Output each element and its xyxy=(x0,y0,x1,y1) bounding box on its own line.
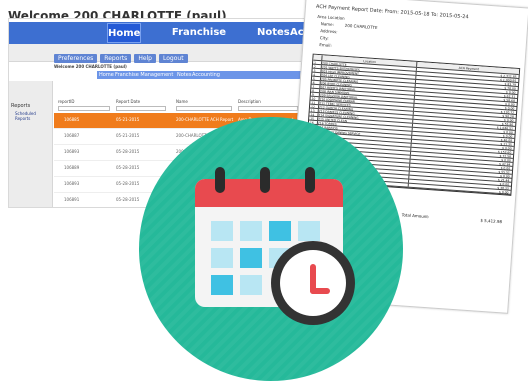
total-value: $ 5,412.98 xyxy=(480,217,503,225)
email-label: Email: xyxy=(319,42,332,48)
name-value: 200 CHARLOTTE xyxy=(344,22,378,31)
inner-tab-home[interactable]: Home xyxy=(99,71,114,79)
cell-report-date: 05-28-2015 xyxy=(116,149,140,154)
clock-icon xyxy=(271,241,355,325)
scheduled-reports-link[interactable]: Scheduled Reports xyxy=(15,111,52,121)
cell-report-id: 106887 xyxy=(64,133,80,138)
preferences-button[interactable]: Preferences xyxy=(54,54,98,63)
logout-button[interactable]: Logout xyxy=(159,54,188,63)
filter-report-id[interactable] xyxy=(58,106,110,111)
area-location-label: Area Location xyxy=(317,13,345,21)
inner-tab-notes[interactable]: Notes xyxy=(177,71,191,79)
inner-tab-accounting[interactable]: Accounting xyxy=(192,71,220,79)
city-label: City: xyxy=(319,35,329,41)
filter-description[interactable] xyxy=(238,106,298,111)
col-report-date[interactable]: Report Date xyxy=(116,99,140,104)
filter-report-date[interactable] xyxy=(116,106,166,111)
inner-tab-franchise[interactable]: Franchise Management xyxy=(115,71,173,79)
top-nav: Home Franchise Management Notes Accou xyxy=(9,22,347,58)
tab-notes[interactable]: Notes xyxy=(257,23,290,43)
inner-nav: Home Franchise Management Notes Accounti… xyxy=(97,71,333,79)
cell-report-date: 05-28-2015 xyxy=(116,197,140,202)
calendar-day-cell xyxy=(269,221,291,241)
calendar-day-cell xyxy=(240,248,262,268)
cell-report-id: 106893 xyxy=(64,181,80,186)
toolbar: Preferences Reports Help Logout xyxy=(54,54,188,63)
calendar-day-cell xyxy=(298,221,320,241)
calendar-day-cell xyxy=(211,275,233,295)
filter-name[interactable] xyxy=(176,106,232,111)
calendar-day-cell xyxy=(211,248,233,268)
cell-report-date: 05-21-2015 xyxy=(116,133,140,138)
reports-sidebar: Reports Scheduled Reports xyxy=(9,81,53,207)
cell-report-id: 106893 xyxy=(64,149,80,154)
tab-franchise-management[interactable]: Franchise Management xyxy=(142,23,256,58)
cell-report-id: 106889 xyxy=(64,165,80,170)
reports-button[interactable]: Reports xyxy=(100,54,132,63)
cell-report-date: 05-28-2015 xyxy=(116,165,140,170)
cell-report-id: 106885 xyxy=(64,117,80,122)
name-label: Name: xyxy=(320,21,335,28)
report-total: Total Amount: $ 5,412.98 xyxy=(402,212,503,224)
row-amount: $ 0.00 xyxy=(498,189,509,195)
calendar-day-cell xyxy=(240,221,262,241)
sub-welcome: Welcome 200 CHARLOTTE (paul) xyxy=(54,64,127,69)
tab-home[interactable]: Home xyxy=(107,23,141,43)
cell-report-date: 05-28-2015 xyxy=(116,181,140,186)
calendar-clock-graphic xyxy=(139,117,403,381)
cell-report-id: 106891 xyxy=(64,197,80,202)
reports-title: Reports xyxy=(11,103,31,109)
col-name[interactable]: Name xyxy=(176,99,188,104)
calendar-day-cell xyxy=(211,221,233,241)
col-description[interactable]: Description xyxy=(238,99,261,104)
cell-report-date: 05-21-2015 xyxy=(116,117,140,122)
calendar-day-cell xyxy=(240,275,262,295)
col-report-id[interactable]: reportID xyxy=(58,99,74,104)
stage: Welcome 200 CHARLOTTE (paul) Home Franch… xyxy=(0,0,528,381)
help-button[interactable]: Help xyxy=(134,54,156,63)
calendar-clock-badge xyxy=(139,117,403,381)
address-label: Address: xyxy=(320,28,338,35)
total-label: Total Amount: xyxy=(401,212,430,220)
